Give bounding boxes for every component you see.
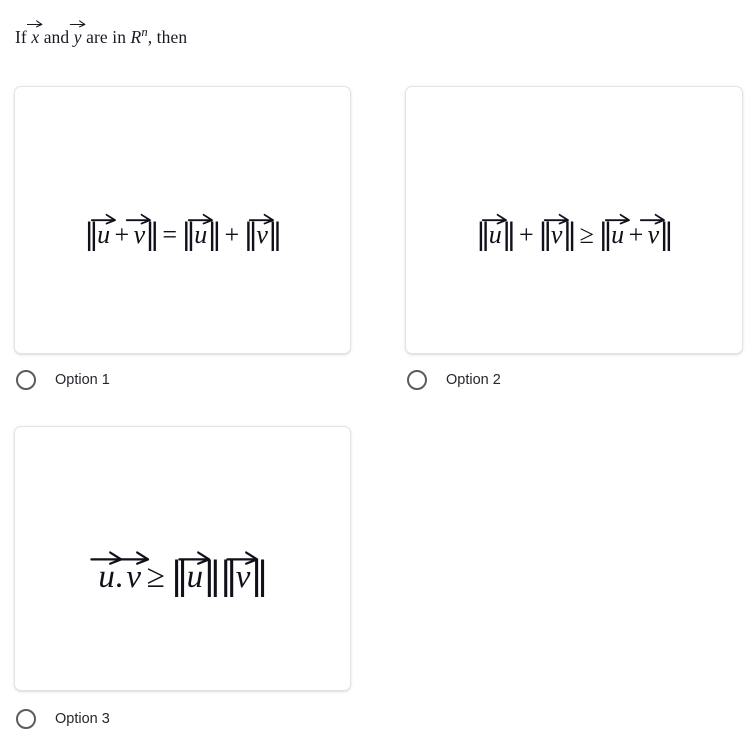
question-conjunction: and: [39, 27, 74, 47]
vector-v: v: [126, 214, 152, 250]
option-2-card[interactable]: ‖u ‖ + ‖v ‖ ≥ ‖u + v ‖: [405, 86, 743, 354]
option-2-formula: ‖u ‖ + ‖v ‖ ≥ ‖u + v ‖: [475, 214, 674, 251]
operator-relation: ≥: [579, 220, 594, 249]
norm-bar-open: ‖: [243, 216, 259, 251]
vector-u: u: [89, 551, 122, 596]
norm-bar-open: ‖: [475, 216, 491, 251]
norm-bar-close: ‖: [267, 216, 283, 251]
norm-bar-open: ‖: [84, 216, 99, 251]
vector-space-symbol: R: [130, 27, 142, 47]
operator-relation: =: [162, 220, 178, 249]
operator-plus: +: [114, 220, 130, 249]
vector-u: u: [482, 214, 508, 250]
vector-y-letter: y: [73, 27, 82, 47]
vector-v: v: [543, 214, 569, 250]
radio-button-option-1[interactable]: [16, 370, 36, 390]
norm-bar-open: ‖: [181, 216, 196, 251]
radio-button-option-3[interactable]: [16, 709, 36, 729]
operator-dot-product: .: [114, 559, 124, 595]
vector-v: v: [117, 551, 149, 596]
vector-x: x: [27, 20, 43, 50]
option-2-label[interactable]: Option 2: [446, 372, 501, 388]
vector-v: v: [248, 214, 275, 250]
vector-u: u: [187, 214, 213, 250]
vector-v: v: [226, 551, 259, 596]
vector-u-letter: u: [488, 220, 502, 249]
vector-u-letter: u: [98, 559, 115, 595]
vector-v-letter: v: [647, 220, 660, 249]
vector-x-letter: x: [31, 27, 40, 47]
norm-bar-close: ‖: [659, 216, 674, 251]
option-3-row[interactable]: Option 3: [16, 706, 110, 732]
norm-bar-open: ‖: [538, 216, 553, 251]
vector-u-letter: u: [611, 220, 625, 249]
option-3-formula: u .v ≥ ‖u ‖‖v ‖: [89, 551, 269, 597]
vector-u-letter: u: [186, 559, 204, 595]
vector-v-letter: v: [126, 559, 142, 595]
option-1-label[interactable]: Option 1: [55, 372, 110, 388]
vector-y: y: [69, 20, 86, 50]
norm-bar-open: ‖: [598, 216, 613, 251]
operator-plus: +: [224, 220, 240, 249]
norm-bar-close: ‖: [203, 553, 222, 597]
norm-bar-open: ‖: [219, 553, 238, 597]
option-2-row[interactable]: Option 2: [407, 367, 501, 393]
option-3-card[interactable]: u .v ≥ ‖u ‖‖v ‖: [14, 426, 351, 691]
norm-bar-close: ‖: [145, 216, 160, 251]
radio-button-option-2[interactable]: [407, 370, 427, 390]
question-stem: If x and y are in Rn, then: [15, 20, 188, 50]
operator-plus: +: [628, 220, 644, 249]
vector-v: v: [640, 214, 666, 250]
norm-bar-open: ‖: [170, 553, 189, 597]
question-suffix: , then: [147, 27, 188, 47]
option-1-formula: ‖u + v ‖ = ‖u ‖ + ‖v ‖: [84, 214, 283, 251]
operator-relation: ≥: [146, 559, 165, 595]
question-prefix: If: [15, 27, 32, 47]
option-1-row[interactable]: Option 1: [16, 367, 110, 393]
vector-v-letter: v: [550, 220, 563, 249]
norm-bar-close: ‖: [207, 216, 222, 251]
option-3-label[interactable]: Option 3: [55, 711, 110, 727]
option-1-card[interactable]: ‖u + v ‖ = ‖u ‖ + ‖v ‖: [14, 86, 351, 354]
vector-u: u: [90, 214, 116, 250]
vector-v-letter: v: [133, 220, 146, 249]
vector-u-letter: u: [194, 220, 208, 249]
vector-u-letter: u: [97, 220, 111, 249]
vector-v-letter: v: [235, 559, 251, 595]
operator-plus: +: [519, 220, 534, 249]
vector-u: u: [178, 551, 211, 596]
vector-u: u: [604, 214, 630, 250]
norm-bar-close: ‖: [562, 216, 577, 251]
norm-bar-close: ‖: [250, 553, 269, 597]
question-middle: are in: [81, 27, 131, 47]
vector-v-letter: v: [256, 220, 268, 249]
norm-bar-close: ‖: [501, 216, 517, 251]
quiz-question-container: If x and y are in Rn, then ‖u + v ‖ = ‖u ‖ + ‖v ‖…: [0, 0, 752, 738]
